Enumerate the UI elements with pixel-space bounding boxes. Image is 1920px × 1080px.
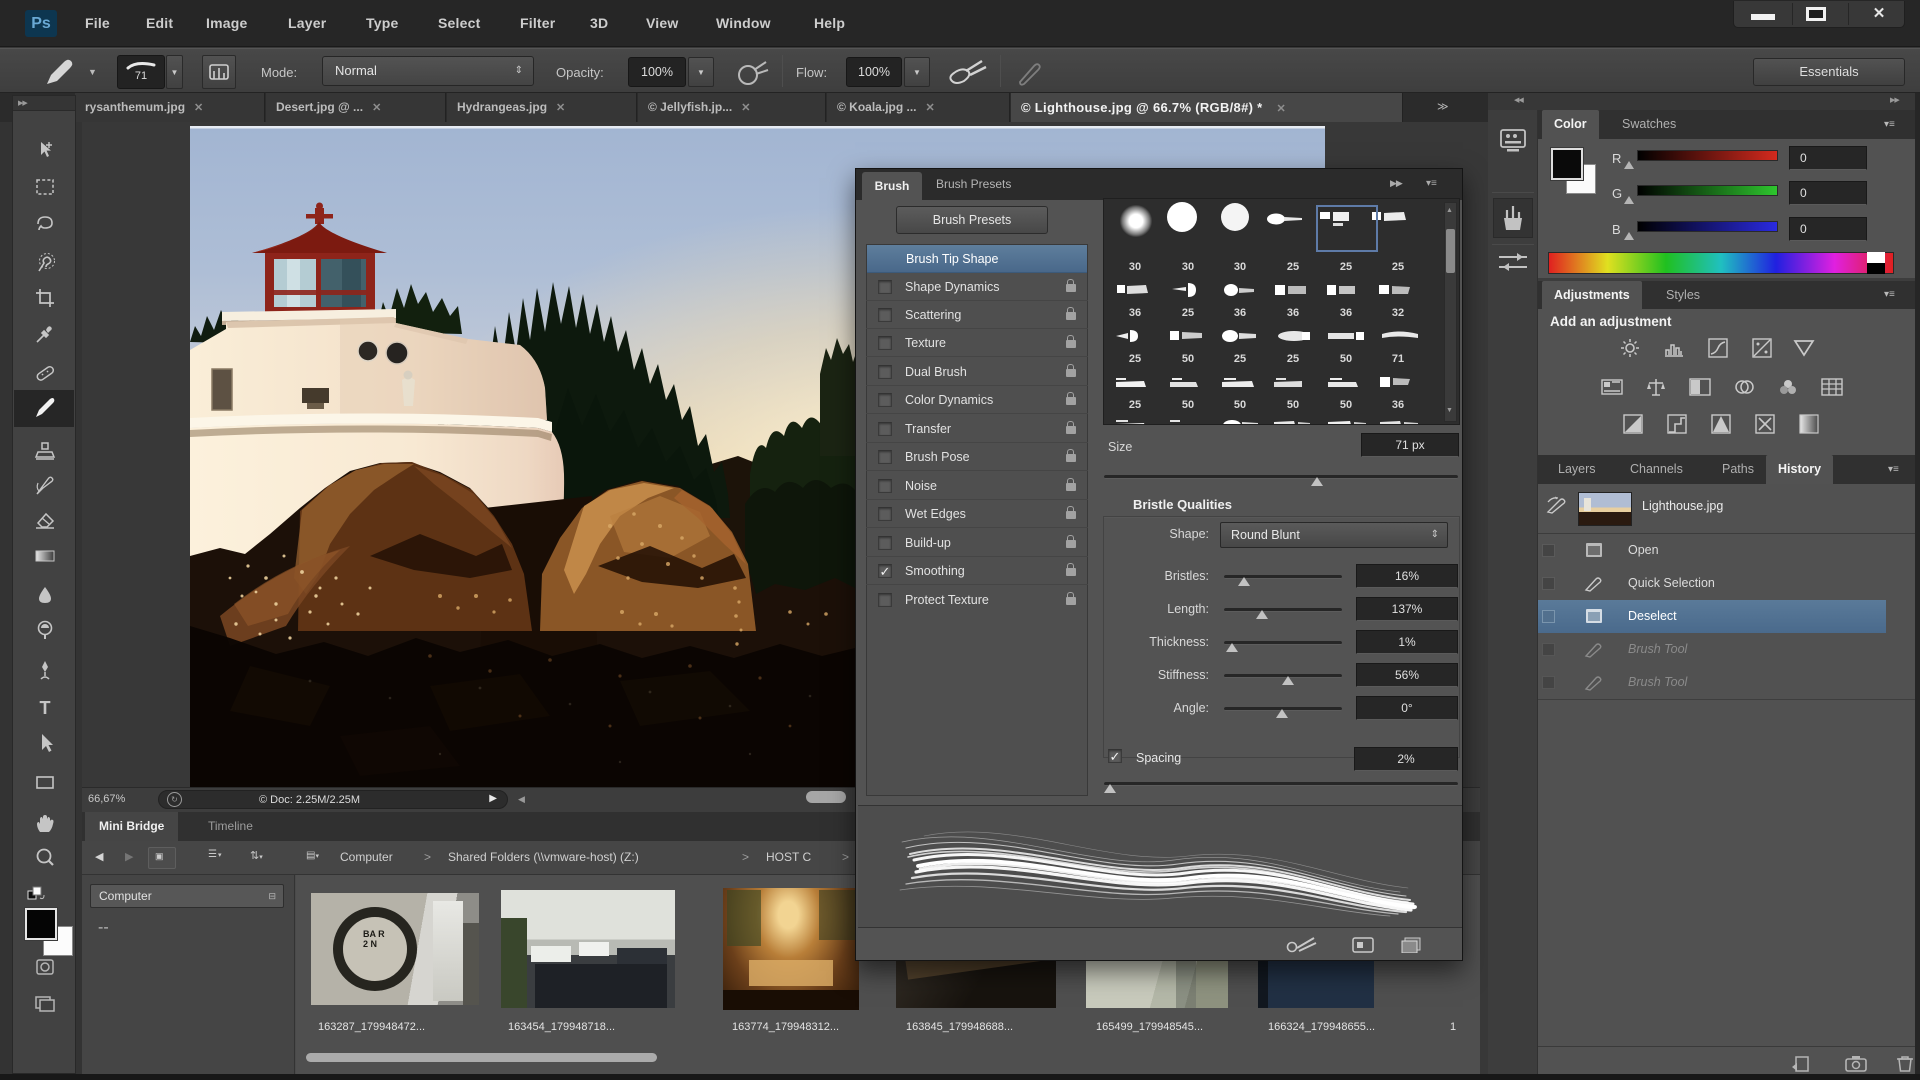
svg-text:T: T	[40, 698, 51, 718]
